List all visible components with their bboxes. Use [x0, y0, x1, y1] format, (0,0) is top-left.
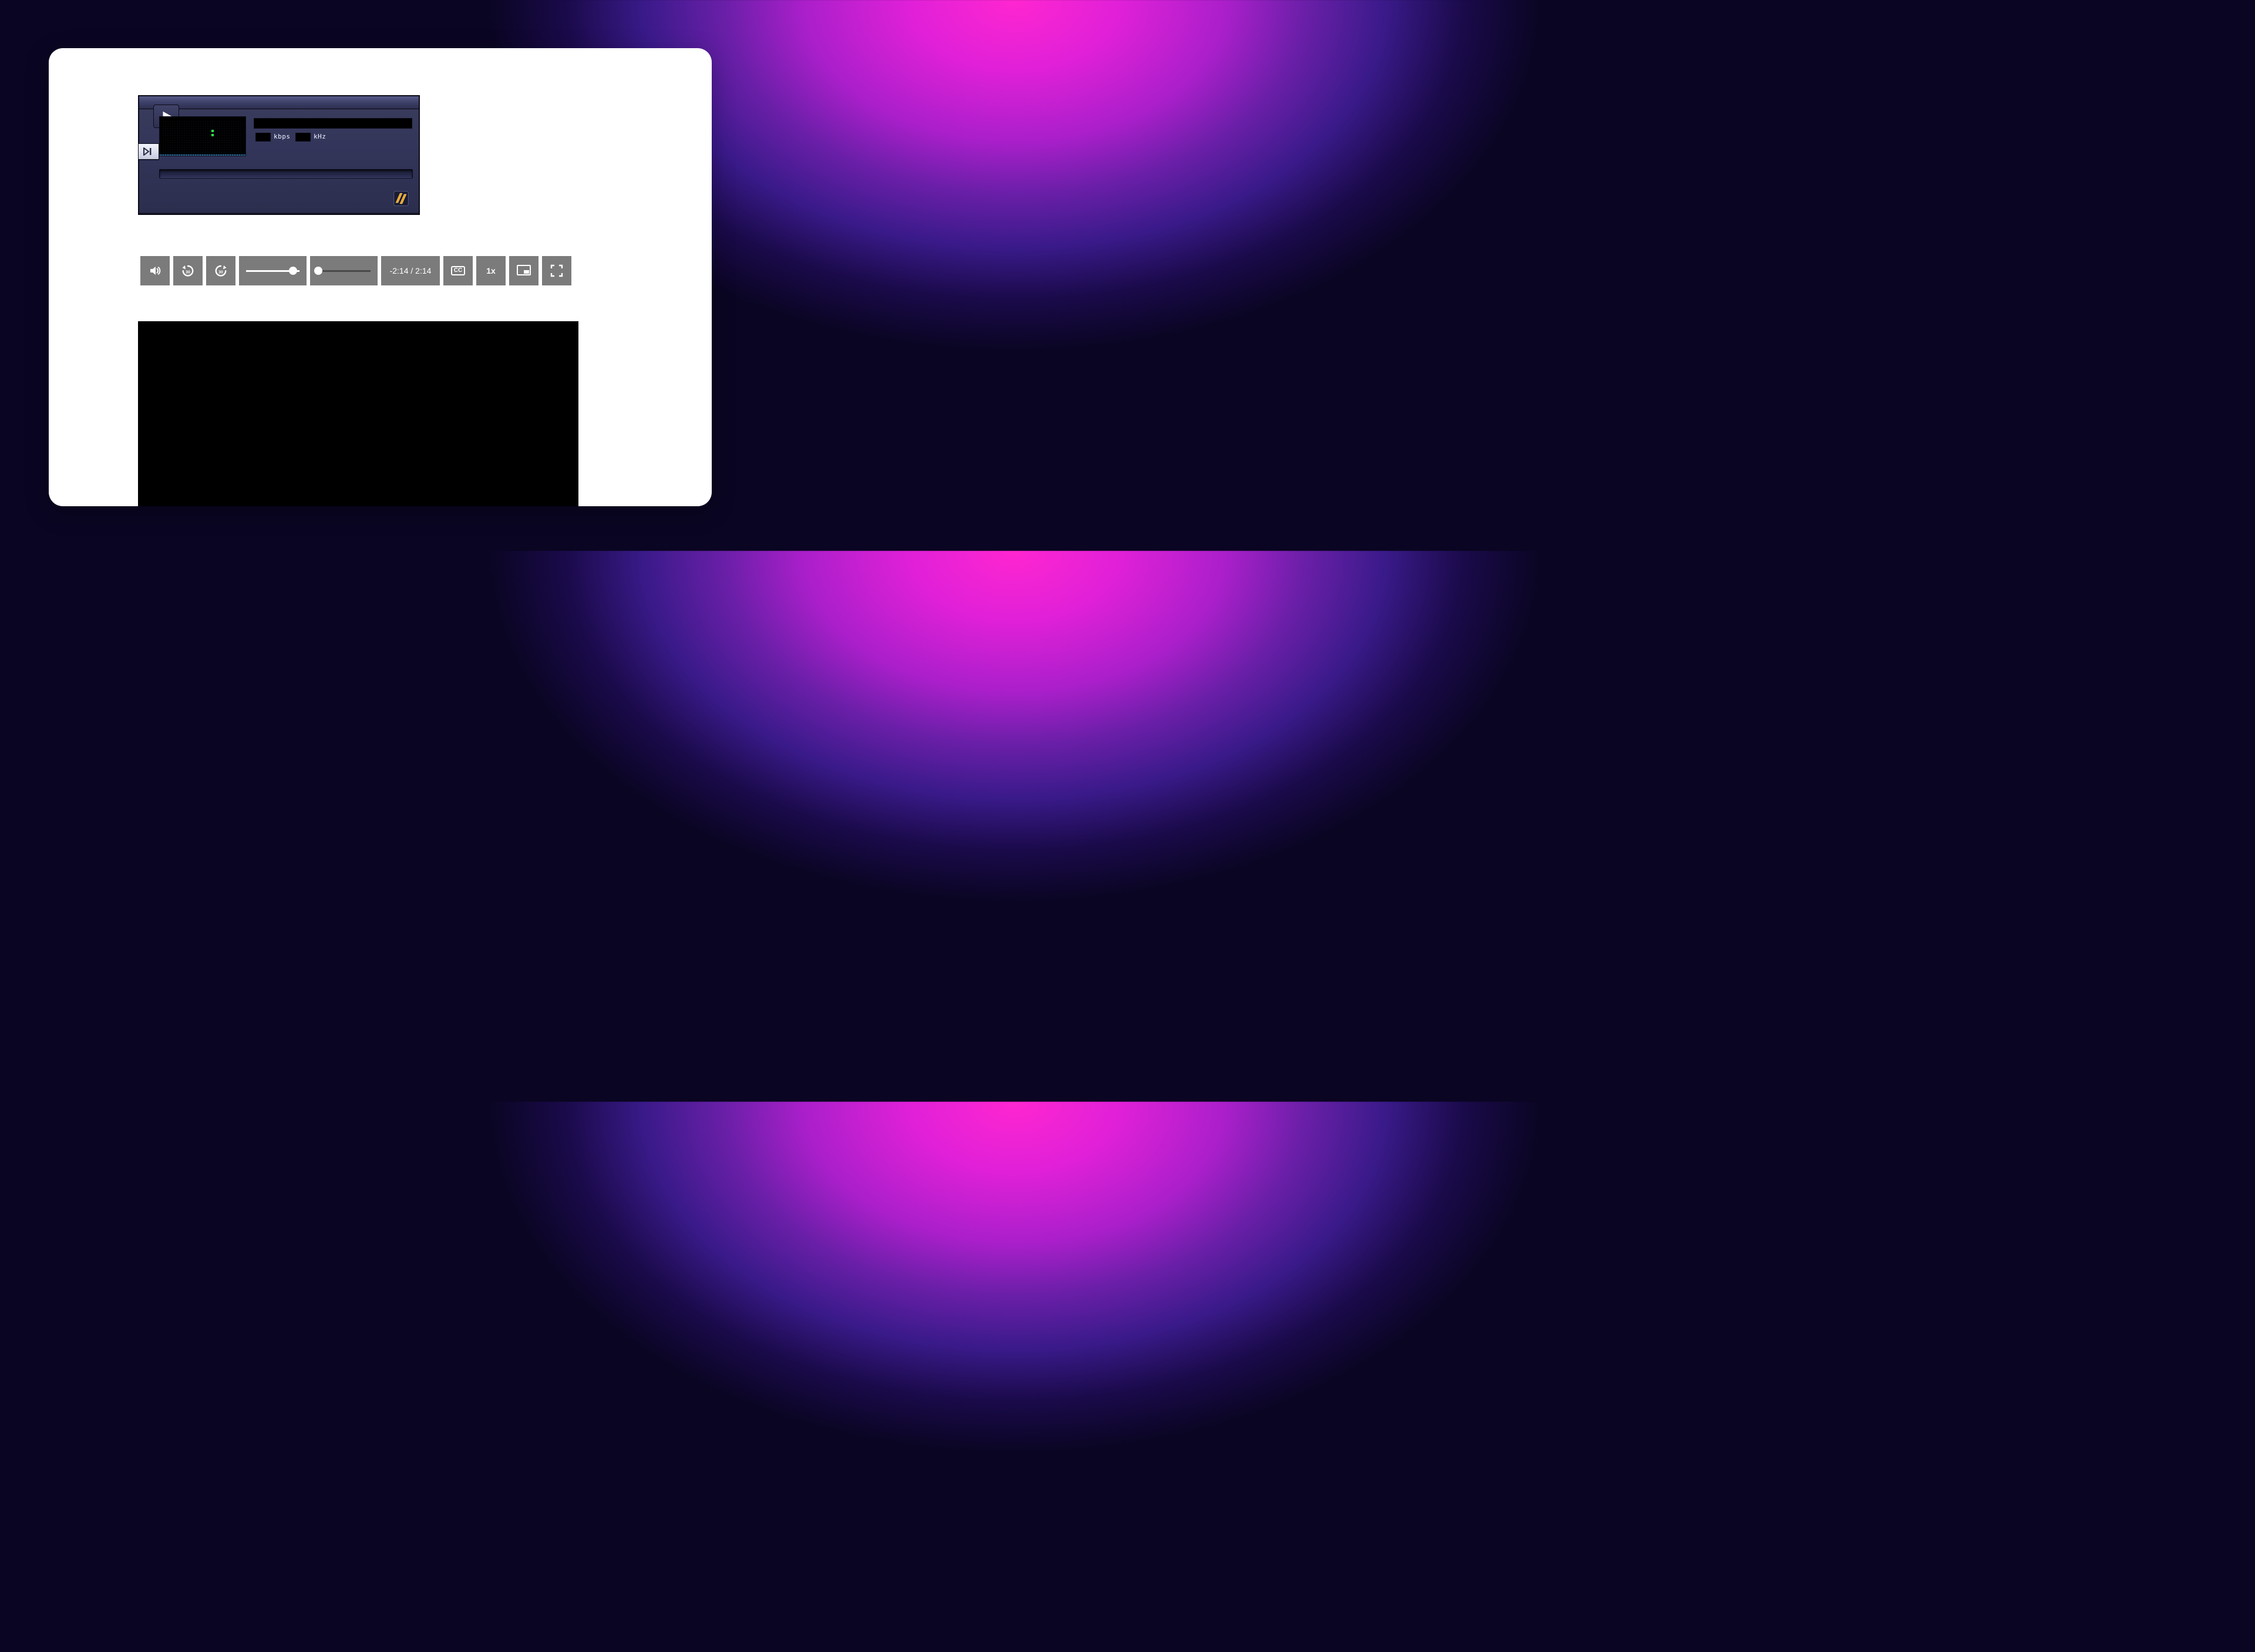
progress-slider[interactable] — [310, 256, 378, 285]
track-title-display — [254, 118, 412, 129]
svg-text:30: 30 — [186, 271, 190, 275]
winamp-titlebar[interactable] — [139, 96, 419, 109]
skip-forward-icon: 30 — [213, 263, 228, 278]
skip-forward-button[interactable]: 30 — [206, 256, 235, 285]
skip-back-icon: 30 — [180, 263, 196, 278]
fullscreen-icon — [550, 264, 563, 277]
volume-icon — [148, 264, 162, 278]
visualizer[interactable] — [159, 116, 246, 156]
fullscreen-button[interactable] — [542, 256, 571, 285]
picture-in-picture-button[interactable] — [509, 256, 538, 285]
winamp-logo-icon[interactable] — [393, 190, 409, 207]
winamp-seek-bar[interactable] — [159, 169, 413, 179]
volume-button[interactable] — [140, 256, 170, 285]
captions-button[interactable]: CC — [443, 256, 473, 285]
next-track-button[interactable] — [138, 143, 159, 160]
khz-label: kHz — [314, 133, 326, 140]
speed-label: 1x — [486, 266, 496, 275]
app-card: kbps kHz 30 — [49, 48, 712, 506]
media-controls-bar: 30 30 -2:14 / 2:14 CC 1x — [140, 256, 571, 285]
playback-speed-button[interactable]: 1x — [476, 256, 506, 285]
kbps-value — [255, 133, 271, 142]
skip-back-button[interactable]: 30 — [173, 256, 203, 285]
kbps-label: kbps — [274, 133, 291, 140]
khz-value — [295, 133, 311, 142]
volume-slider[interactable] — [239, 256, 307, 285]
svg-text:30: 30 — [218, 271, 223, 275]
pip-icon — [517, 265, 531, 277]
cc-icon: CC — [451, 266, 465, 275]
winamp-player: kbps kHz — [138, 95, 420, 215]
next-icon — [143, 147, 154, 156]
video-canvas[interactable] — [138, 321, 578, 506]
time-display: -2:14 / 2:14 — [381, 256, 440, 285]
